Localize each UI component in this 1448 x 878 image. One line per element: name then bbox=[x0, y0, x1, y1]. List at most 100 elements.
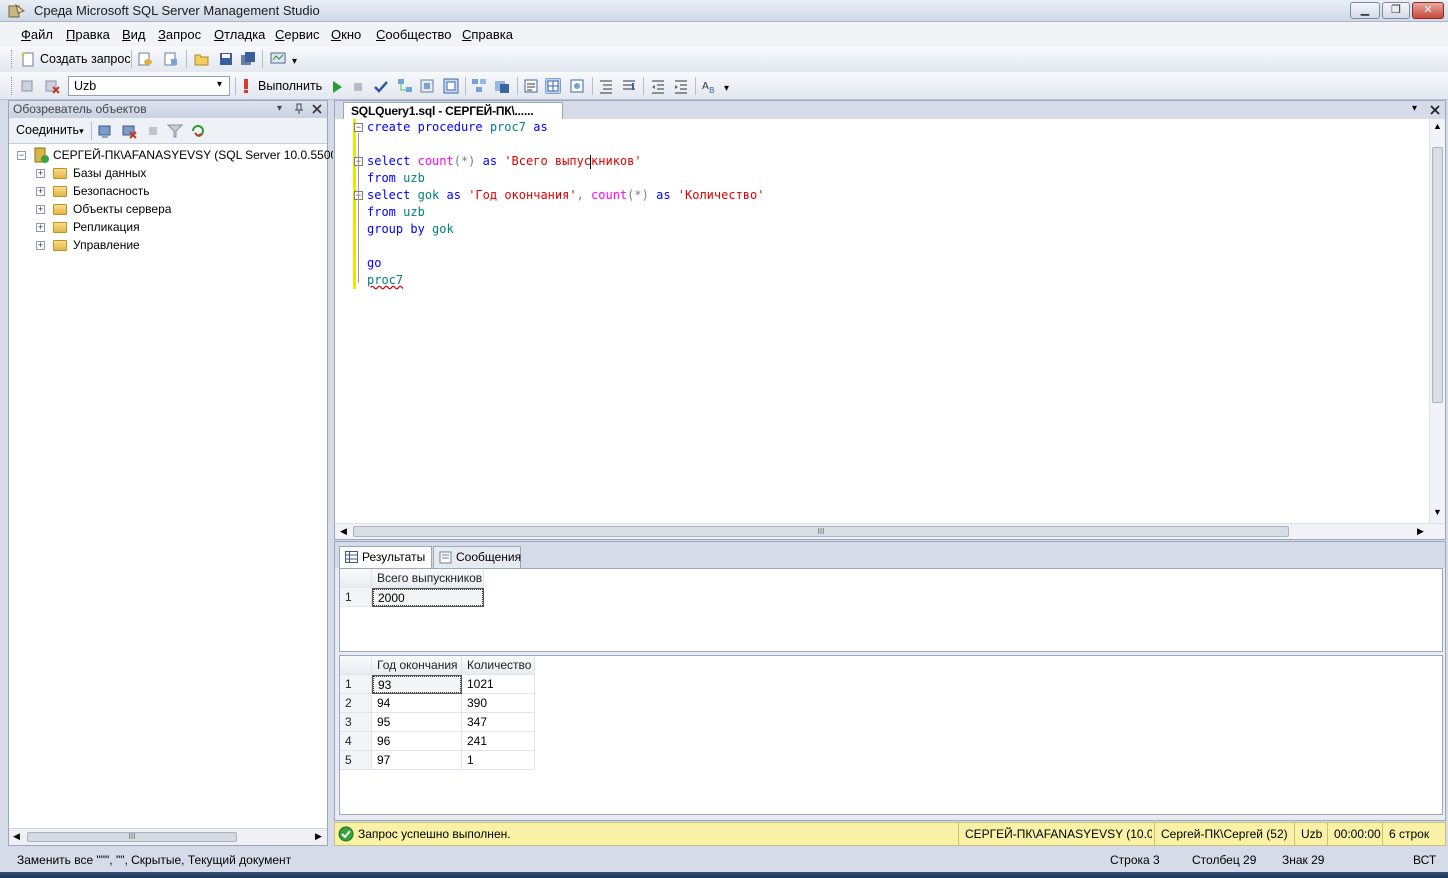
grid-cell[interactable]: 390 bbox=[462, 694, 535, 713]
editor-vscroll[interactable]: ▲ ▼ bbox=[1429, 119, 1445, 523]
menu-community[interactable]: Сообщество bbox=[376, 27, 452, 42]
close-button[interactable]: ✕ bbox=[1412, 2, 1444, 19]
panel-dropdown-icon[interactable]: ▾ bbox=[277, 101, 282, 117]
uncomment-lines-icon[interactable] bbox=[621, 78, 637, 94]
disconnect-server-icon[interactable] bbox=[121, 123, 137, 139]
row-number[interactable]: 1 bbox=[340, 675, 372, 694]
column-header[interactable]: Год окончания bbox=[372, 656, 462, 675]
new-query-button[interactable]: Создать запрос bbox=[40, 52, 131, 66]
grid-cell-selected[interactable]: 2000 bbox=[372, 588, 484, 607]
results-to-text-icon[interactable] bbox=[523, 78, 539, 94]
column-header[interactable]: Количество bbox=[462, 656, 535, 675]
row-number[interactable]: 4 bbox=[340, 732, 372, 751]
column-header[interactable]: Всего выпускников bbox=[372, 569, 484, 588]
save-icon[interactable] bbox=[218, 51, 234, 67]
connect-dropdown-button[interactable]: Соединить▾ bbox=[16, 123, 84, 137]
database-engine-query-icon[interactable] bbox=[137, 51, 153, 67]
client-statistics-icon[interactable] bbox=[494, 78, 510, 94]
grid-cell[interactable]: 241 bbox=[462, 732, 535, 751]
code-area[interactable]: − − − create procedure proc7 as select c… bbox=[335, 119, 1430, 523]
execute-button[interactable]: Выполнить bbox=[258, 79, 322, 93]
row-number[interactable]: 1 bbox=[340, 588, 372, 607]
refresh-icon[interactable] bbox=[190, 123, 206, 139]
chevron-down-icon[interactable]: ▾ bbox=[217, 79, 222, 90]
results-to-grid-icon[interactable] bbox=[443, 78, 459, 94]
activity-monitor-icon[interactable] bbox=[270, 51, 286, 67]
tab-results[interactable]: Результаты bbox=[339, 546, 432, 568]
scroll-up-icon[interactable]: ▲ bbox=[1433, 121, 1442, 131]
scroll-right-icon[interactable]: ▶ bbox=[1417, 526, 1424, 537]
editor-hscroll[interactable]: ◀ III ▶ bbox=[335, 523, 1445, 539]
expand-icon[interactable]: + bbox=[36, 241, 45, 250]
row-number[interactable]: 2 bbox=[340, 694, 372, 713]
scroll-left-icon[interactable]: ◀ bbox=[13, 831, 20, 842]
expand-icon[interactable]: + bbox=[36, 169, 45, 178]
maximize-button[interactable]: ❐ bbox=[1382, 2, 1410, 19]
row-number[interactable]: 3 bbox=[340, 713, 372, 732]
menu-file[interactable]: Файл bbox=[21, 27, 53, 42]
increase-indent-icon[interactable] bbox=[673, 78, 689, 94]
disconnect-icon[interactable] bbox=[44, 78, 60, 94]
save-all-icon[interactable] bbox=[240, 51, 256, 67]
scroll-thumb[interactable]: III bbox=[353, 526, 1289, 537]
tab-list-dropdown-icon[interactable]: ▾ bbox=[1412, 103, 1417, 114]
grid-cell-selected[interactable]: 93 bbox=[372, 675, 462, 694]
grid-cell[interactable]: 97 bbox=[372, 751, 462, 770]
close-document-icon[interactable] bbox=[1430, 105, 1440, 115]
toolbar-grip[interactable] bbox=[11, 50, 14, 68]
toolbar-grip[interactable] bbox=[11, 77, 14, 95]
menu-tools[interactable]: Сервис bbox=[275, 27, 320, 42]
debug-play-icon[interactable] bbox=[329, 79, 345, 95]
tree-item-label: Базы данных bbox=[73, 166, 147, 180]
database-combo[interactable]: Uzb ▾ bbox=[68, 76, 230, 96]
scroll-right-icon[interactable]: ▶ bbox=[315, 831, 322, 842]
menu-help[interactable]: Справка bbox=[462, 27, 513, 42]
scroll-thumb[interactable]: III bbox=[27, 832, 237, 842]
specify-template-values-icon[interactable]: AB bbox=[701, 78, 717, 94]
expand-icon[interactable]: + bbox=[36, 187, 45, 196]
query-designer-icon[interactable] bbox=[419, 78, 435, 94]
stop-icon[interactable] bbox=[145, 123, 161, 139]
scroll-down-icon[interactable]: ▼ bbox=[1433, 507, 1442, 517]
expand-icon[interactable]: + bbox=[36, 223, 45, 232]
toolbar-overflow-icon[interactable]: ▾ bbox=[292, 56, 297, 67]
toolbar-overflow-icon[interactable]: ▾ bbox=[724, 83, 729, 94]
collapse-icon[interactable]: − bbox=[17, 151, 26, 160]
estimated-plan-icon[interactable] bbox=[397, 78, 413, 94]
pin-icon[interactable] bbox=[294, 103, 304, 115]
cancel-query-icon[interactable] bbox=[350, 79, 366, 95]
parse-checkmark-icon[interactable] bbox=[373, 79, 389, 95]
filter-icon[interactable] bbox=[167, 123, 183, 139]
menu-query[interactable]: Запрос bbox=[158, 27, 201, 42]
change-margin bbox=[353, 119, 356, 289]
grid-cell[interactable]: 94 bbox=[372, 694, 462, 713]
fold-collapse-icon[interactable]: − bbox=[354, 123, 363, 132]
row-number[interactable]: 5 bbox=[340, 751, 372, 770]
include-plan-icon[interactable] bbox=[471, 78, 487, 94]
grid-cell[interactable]: 1 bbox=[462, 751, 535, 770]
menu-debug[interactable]: Отладка bbox=[214, 27, 265, 42]
tab-messages[interactable]: Сообщения bbox=[433, 546, 521, 568]
decrease-indent-icon[interactable] bbox=[650, 78, 666, 94]
grid-cell[interactable]: 347 bbox=[462, 713, 535, 732]
results-to-grid-active-icon[interactable] bbox=[545, 78, 561, 94]
results-to-file-icon[interactable] bbox=[569, 78, 585, 94]
grid-cell[interactable]: 1021 bbox=[462, 675, 535, 694]
menu-edit[interactable]: Правка bbox=[66, 27, 110, 42]
scroll-thumb[interactable] bbox=[1432, 147, 1443, 403]
document-tab-sqlquery1[interactable]: SQLQuery1.sql - СЕРГЕЙ-ПК\......(52))* bbox=[343, 102, 563, 134]
scroll-left-icon[interactable]: ◀ bbox=[340, 526, 347, 537]
connect-server-icon[interactable] bbox=[97, 123, 113, 139]
grid-cell[interactable]: 95 bbox=[372, 713, 462, 732]
menu-window[interactable]: Окно bbox=[331, 27, 361, 42]
object-explorer-hscroll[interactable]: ◀ III ▶ bbox=[9, 828, 327, 845]
grid-cell[interactable]: 96 bbox=[372, 732, 462, 751]
menu-view[interactable]: Вид bbox=[122, 27, 146, 42]
connect-icon[interactable] bbox=[20, 78, 36, 94]
minimize-button[interactable]: ▁ bbox=[1350, 2, 1380, 19]
analysis-query-icon[interactable] bbox=[163, 51, 179, 67]
close-panel-icon[interactable] bbox=[312, 104, 322, 114]
comment-lines-icon[interactable] bbox=[598, 78, 614, 94]
open-file-icon[interactable] bbox=[194, 51, 210, 67]
expand-icon[interactable]: + bbox=[36, 205, 45, 214]
